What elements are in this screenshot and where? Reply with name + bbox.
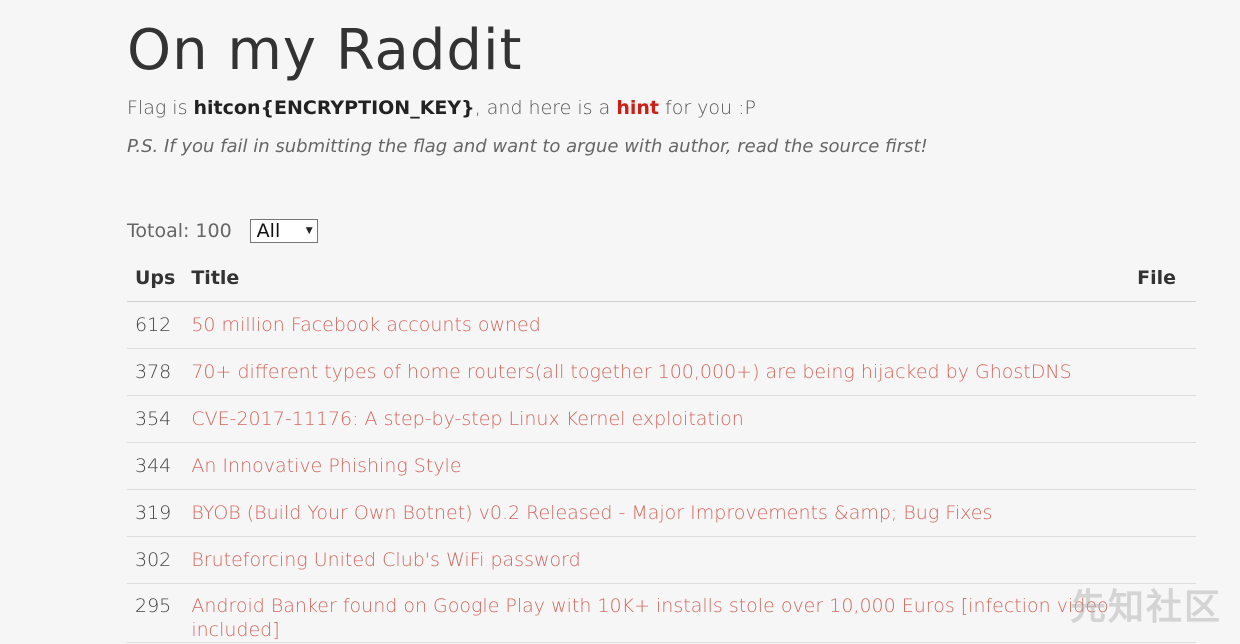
post-title-link[interactable]: 50 million Facebook accounts owned	[191, 314, 540, 336]
column-header-ups: Ups	[127, 255, 184, 302]
table-row: 612 50 million Facebook accounts owned	[127, 301, 1196, 349]
row-ups: 354	[127, 395, 184, 443]
row-file	[1129, 489, 1196, 537]
post-title-link[interactable]: BYOB (Build Your Own Botnet) v0.2 Releas…	[191, 502, 992, 524]
filter-selected-value: All	[256, 220, 281, 242]
flag-value: hitcon{ENCRYPTION_KEY}	[193, 97, 475, 119]
flag-middle: , and here is a	[474, 97, 617, 119]
row-ups: 319	[127, 489, 184, 537]
table-row: 295 Android Banker found on Google Play …	[127, 583, 1196, 643]
row-file	[1129, 536, 1196, 584]
row-ups: 295	[127, 583, 184, 643]
row-file	[1129, 301, 1196, 349]
table-row: 344 An Innovative Phishing Style	[127, 442, 1196, 490]
column-header-title: Title	[183, 255, 1130, 302]
column-header-file: File	[1129, 255, 1196, 302]
flag-suffix: for you :P	[658, 97, 756, 119]
page-title: On my Raddit	[127, 18, 523, 83]
dropdown-arrow-icon: ▼	[305, 226, 313, 236]
posts-table: Ups Title File 612 50 million Facebook a…	[127, 255, 1196, 643]
ps-note: P.S. If you fail in submitting the flag …	[127, 136, 928, 157]
table-row: 319 BYOB (Build Your Own Botnet) v0.2 Re…	[127, 489, 1196, 537]
post-title-link[interactable]: CVE-2017-11176: A step-by-step Linux Ker…	[191, 408, 743, 430]
flag-prefix: Flag is	[127, 97, 194, 119]
watermark: 先知社区	[1069, 587, 1222, 628]
hint-link[interactable]: hint	[616, 97, 659, 119]
row-ups: 612	[127, 301, 184, 349]
table-row: 354 CVE-2017-11176: A step-by-step Linux…	[127, 395, 1196, 443]
table-row: 302 Bruteforcing United Club's WiFi pass…	[127, 536, 1196, 584]
post-title-link[interactable]: An Innovative Phishing Style	[191, 455, 461, 477]
total-label: Totoal:	[127, 220, 190, 242]
post-title-link[interactable]: 70+ different types of home routers(all …	[191, 361, 1071, 383]
post-title-link[interactable]: Android Banker found on Google Play with…	[191, 595, 1108, 641]
total-value: 100	[195, 220, 232, 242]
table-row: 378 70+ different types of home routers(…	[127, 348, 1196, 396]
row-file	[1129, 395, 1196, 443]
row-ups: 344	[127, 442, 184, 490]
page: On my Raddit Flag is hitcon{ENCRYPTION_K…	[0, 0, 1240, 644]
post-title-link[interactable]: Bruteforcing United Club's WiFi password	[191, 549, 580, 571]
row-ups: 302	[127, 536, 184, 584]
total-row: Totoal: 100 All ▼	[127, 217, 318, 245]
row-ups: 378	[127, 348, 184, 396]
row-file	[1129, 348, 1196, 396]
flag-line: Flag is hitcon{ENCRYPTION_KEY}, and here…	[127, 95, 756, 121]
table-header-row: Ups Title File	[127, 255, 1196, 302]
row-file	[1129, 442, 1196, 490]
filter-select[interactable]: All ▼	[249, 219, 318, 243]
